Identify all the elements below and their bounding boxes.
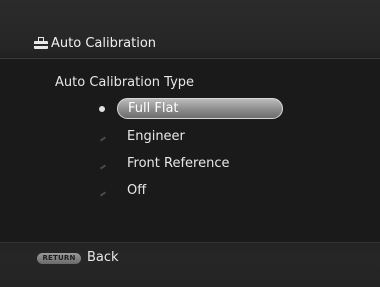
page-title: Auto Calibration [51, 35, 157, 51]
back-label: Back [87, 250, 119, 265]
return-button[interactable]: RETURN [37, 253, 81, 264]
option-label: Engineer [127, 129, 185, 144]
settings-screen: Auto Calibration Auto Calibration Type F… [0, 0, 380, 287]
option-label: Front Reference [127, 156, 230, 171]
page-title-group: Auto Calibration [34, 35, 156, 51]
option-front-reference[interactable]: Front Reference [117, 153, 283, 174]
option-label: Full Flat [128, 101, 179, 116]
option-engineer[interactable]: Engineer [117, 126, 283, 147]
option-label: Off [127, 183, 147, 198]
toolbox-icon [34, 37, 48, 49]
footer-bar [0, 242, 380, 287]
option-off[interactable]: Off [117, 180, 283, 201]
section-heading: Auto Calibration Type [55, 75, 195, 90]
selected-bullet-icon [99, 106, 105, 112]
option-full-flat[interactable]: Full Flat [117, 98, 283, 119]
